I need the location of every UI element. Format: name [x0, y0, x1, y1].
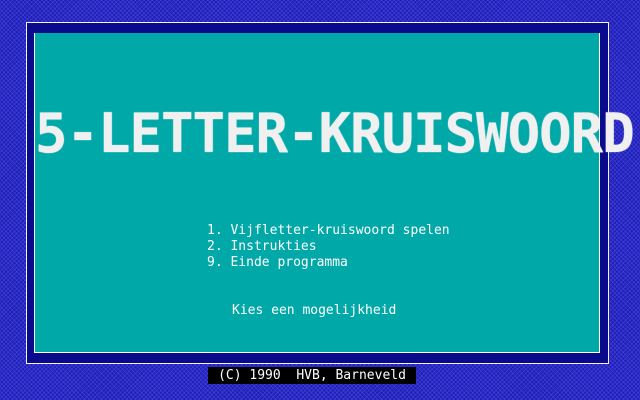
main-panel: 5-LETTER-KRUISWOORD 1. Vijfletter-kruisw… — [34, 33, 635, 353]
copyright-notice: (C) 1990 HVB, Barneveld — [208, 367, 416, 384]
main-menu: 1. Vijfletter-kruiswoord spelen 2. Instr… — [207, 223, 450, 271]
choice-prompt: Kies een mogelijkheid — [232, 303, 397, 318]
menu-item-instructions[interactable]: 2. Instrukties — [207, 239, 450, 255]
menu-item-play[interactable]: 1. Vijfletter-kruiswoord spelen — [207, 223, 450, 239]
game-title: 5-LETTER-KRUISWOORD — [35, 102, 635, 165]
menu-item-exit[interactable]: 9. Einde programma — [207, 255, 450, 271]
